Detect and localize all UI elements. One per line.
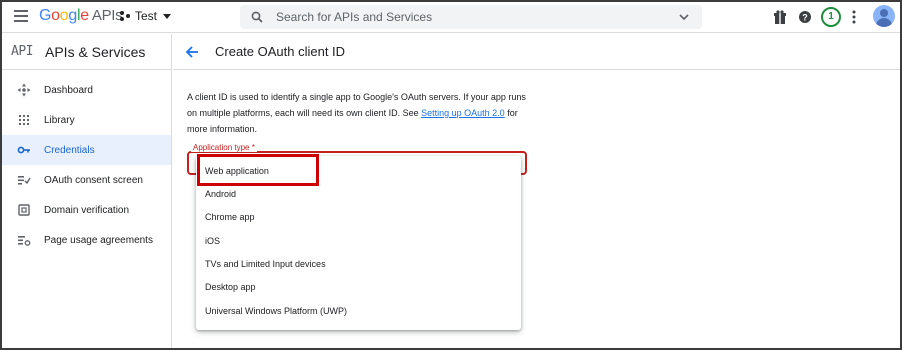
option-desktop-app[interactable]: Desktop app bbox=[196, 276, 521, 299]
logo-suffix: APIs bbox=[91, 7, 123, 24]
search-placeholder: Search for APIs and Services bbox=[276, 10, 433, 24]
main-content: Create OAuth client ID A client ID is us… bbox=[173, 34, 900, 348]
main-header: Create OAuth client ID bbox=[173, 34, 900, 70]
setting-up-oauth-link[interactable]: Setting up OAuth 2.0 bbox=[421, 108, 505, 118]
application-type-dropdown: Web application Android Chrome app iOS T… bbox=[196, 156, 521, 330]
sidebar-title: APIs & Services bbox=[45, 43, 146, 60]
search-bar[interactable]: Search for APIs and Services bbox=[240, 5, 702, 29]
sidebar-item-label: Dashboard bbox=[44, 84, 93, 96]
window-frame: Google APIs Test Search for APIs and Serv… bbox=[0, 0, 902, 350]
caret-down-icon bbox=[163, 13, 172, 19]
menu-icon[interactable] bbox=[14, 10, 28, 22]
sidebar-item-credentials[interactable]: Credentials bbox=[2, 135, 171, 165]
search-icon bbox=[251, 11, 263, 23]
option-android[interactable]: Android bbox=[196, 183, 521, 206]
domain-icon bbox=[18, 204, 30, 216]
top-bar: Google APIs Test Search for APIs and Serv… bbox=[2, 2, 900, 33]
logo-letter: o bbox=[51, 7, 60, 24]
sidebar-item-label: Page usage agreements bbox=[44, 234, 153, 246]
project-name: Test bbox=[135, 9, 158, 23]
consent-icon bbox=[18, 176, 31, 185]
account-icon[interactable] bbox=[873, 5, 895, 27]
logo-letter: e bbox=[80, 7, 89, 24]
project-selector[interactable]: Test bbox=[120, 9, 172, 23]
sidebar: API APIs & Services Dashboard Library Cr… bbox=[2, 34, 172, 348]
api-icon: API bbox=[11, 44, 33, 59]
sidebar-item-library[interactable]: Library bbox=[2, 105, 171, 135]
page-title: Create OAuth client ID bbox=[215, 44, 346, 59]
description-text: A client ID is used to identify a single… bbox=[187, 89, 527, 137]
sidebar-item-domain-verification[interactable]: Domain verification bbox=[2, 195, 171, 225]
sidebar-header: API APIs & Services bbox=[2, 34, 171, 70]
sidebar-item-page-usage[interactable]: Page usage agreements bbox=[2, 225, 171, 255]
sidebar-item-label: Credentials bbox=[44, 144, 95, 156]
logo-letter: g bbox=[68, 7, 77, 24]
sidebar-item-label: Domain verification bbox=[44, 204, 130, 216]
option-tvs-limited-input[interactable]: TVs and Limited Input devices bbox=[196, 253, 521, 276]
option-chrome-app[interactable]: Chrome app bbox=[196, 206, 521, 229]
svg-text:?: ? bbox=[802, 13, 808, 23]
option-web-application[interactable]: Web application bbox=[196, 160, 521, 183]
help-icon[interactable]: ? bbox=[798, 9, 812, 25]
gift-icon[interactable] bbox=[773, 9, 787, 25]
dashboard-icon bbox=[17, 83, 31, 97]
sidebar-item-label: Library bbox=[44, 114, 75, 126]
sidebar-item-dashboard[interactable]: Dashboard bbox=[2, 75, 171, 105]
chevron-down-icon[interactable] bbox=[678, 11, 690, 23]
settings-list-icon bbox=[18, 236, 31, 246]
project-icon bbox=[120, 11, 130, 21]
sidebar-item-label: OAuth consent screen bbox=[44, 174, 143, 186]
google-apis-logo[interactable]: Google APIs bbox=[39, 7, 123, 25]
notification-badge[interactable]: 1 bbox=[821, 7, 841, 27]
more-vert-icon[interactable] bbox=[850, 9, 858, 25]
option-ios[interactable]: iOS bbox=[196, 230, 521, 253]
back-arrow-icon[interactable] bbox=[185, 45, 199, 59]
sidebar-item-oauth-consent[interactable]: OAuth consent screen bbox=[2, 165, 171, 195]
option-uwp[interactable]: Universal Windows Platform (UWP) bbox=[196, 300, 521, 323]
key-icon bbox=[17, 146, 30, 154]
library-icon bbox=[19, 115, 29, 125]
logo-letter: G bbox=[39, 7, 52, 24]
application-type-label: Application type * bbox=[191, 143, 257, 152]
